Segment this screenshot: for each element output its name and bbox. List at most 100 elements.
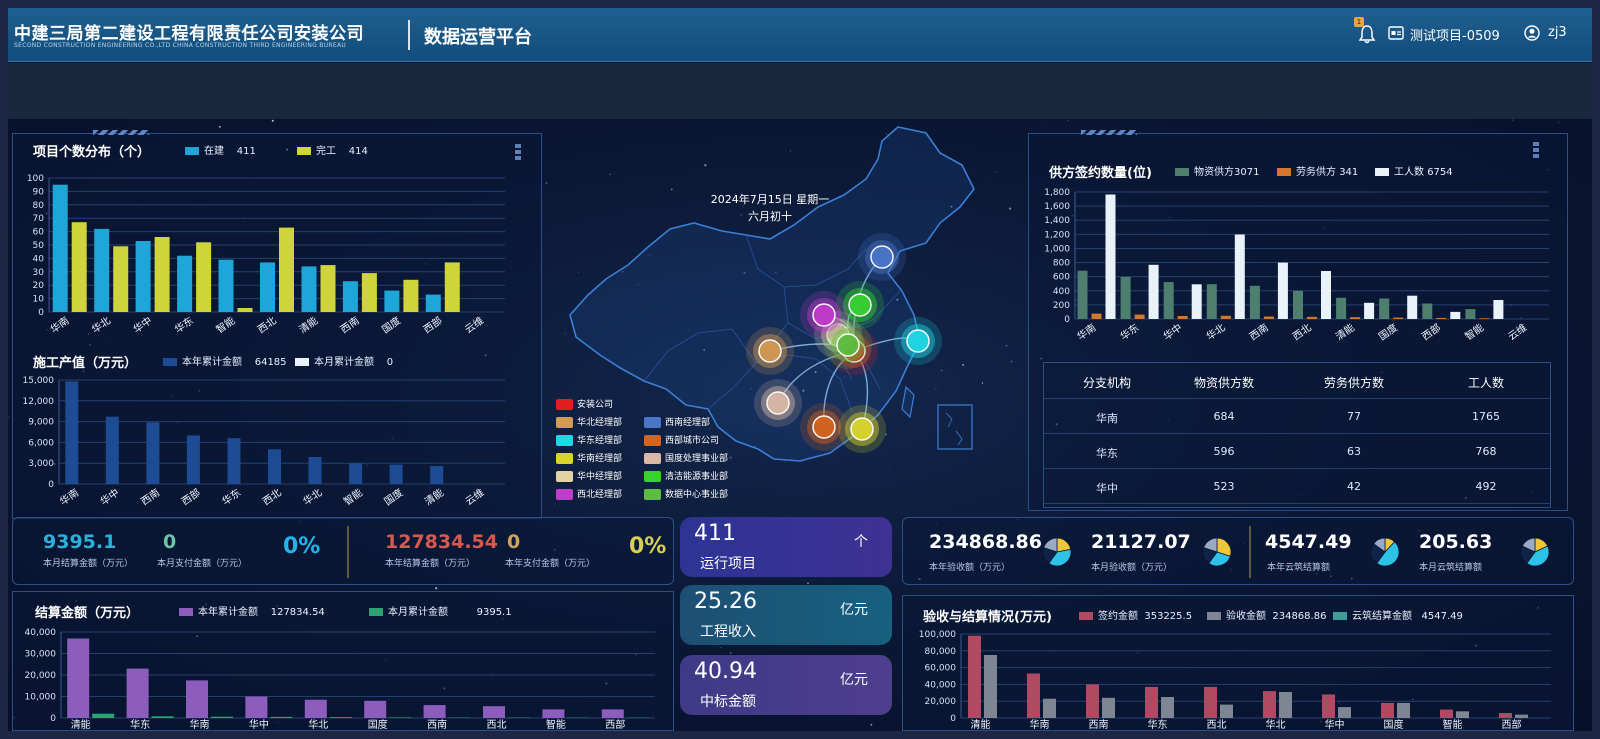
- map-legend-item[interactable]: 西部城市公司: [644, 433, 719, 446]
- bar-华北[interactable]: [1220, 315, 1231, 319]
- bar-清能[interactable]: [1350, 317, 1361, 319]
- bar-华北[interactable]: [113, 246, 129, 312]
- legend-item-month-settlement[interactable]: 本月累计金额 9395.1: [369, 603, 512, 618]
- table-row[interactable]: 华中 523 42 492: [1044, 468, 1550, 503]
- bar-西北[interactable]: [1321, 271, 1331, 319]
- bar-清能[interactable]: [1336, 297, 1347, 319]
- bar-华南[interactable]: [1091, 313, 1102, 319]
- legend-item-acceptance-amount[interactable]: 验收金额 234868.86: [1207, 607, 1326, 622]
- bar-西北[interactable]: [279, 227, 294, 312]
- bar-西部[interactable]: [444, 262, 460, 312]
- bar-华南[interactable]: [52, 184, 68, 312]
- bar-西部[interactable]: [1515, 714, 1528, 718]
- bar-华东[interactable]: [1161, 697, 1174, 718]
- marker-西部城市公司[interactable]: [812, 415, 836, 439]
- marker-华东经理部[interactable]: [906, 329, 930, 353]
- bar-华北[interactable]: [304, 699, 327, 718]
- bar-智能[interactable]: [349, 463, 363, 484]
- bar-国度[interactable]: [364, 700, 387, 718]
- bar-华东[interactable]: [151, 716, 174, 718]
- bar-西南[interactable]: [423, 705, 446, 718]
- stat-card-engineering-income[interactable]: 25.26 工程收入 亿元: [680, 585, 892, 645]
- bar-华东[interactable]: [1120, 276, 1131, 319]
- map-legend-item[interactable]: 华北经理部: [556, 415, 622, 428]
- bar-华东[interactable]: [1134, 314, 1145, 319]
- marker-华南经理部[interactable]: [850, 417, 874, 441]
- bar-智能[interactable]: [218, 259, 234, 312]
- bar-智能[interactable]: [1465, 309, 1476, 319]
- stat-card-winning-bid-amount[interactable]: 40.94 中标金额 亿元: [680, 655, 892, 715]
- bar-西部[interactable]: [425, 294, 441, 312]
- bar-西北[interactable]: [268, 449, 281, 484]
- bar-西北[interactable]: [1204, 686, 1217, 718]
- stat-card-running-projects[interactable]: 411 运行项目 个: [680, 517, 892, 577]
- bar-华南[interactable]: [71, 222, 87, 312]
- bar-西南[interactable]: [1086, 684, 1099, 718]
- bar-国度[interactable]: [1381, 702, 1394, 718]
- bar-华中[interactable]: [135, 241, 151, 312]
- bar-西南[interactable]: [361, 273, 377, 312]
- bar-清能[interactable]: [430, 466, 444, 484]
- bar-西北[interactable]: [1293, 290, 1303, 319]
- bar-国度[interactable]: [389, 717, 412, 718]
- panel-menu-icon[interactable]: [1533, 142, 1539, 160]
- legend-item-year-settlement[interactable]: 本年累计金额 127834.54: [179, 603, 325, 618]
- bar-西北[interactable]: [1307, 316, 1317, 319]
- bar-华中[interactable]: [154, 237, 170, 312]
- marker-清洁能源事业部[interactable]: [848, 293, 872, 317]
- bar-西南[interactable]: [146, 422, 160, 484]
- bar-华南[interactable]: [186, 680, 208, 718]
- project-selector[interactable]: 测试项目-0509: [1410, 25, 1500, 44]
- bar-华北[interactable]: [94, 228, 110, 312]
- bar-西南[interactable]: [1277, 262, 1288, 319]
- bar-西南[interactable]: [1102, 697, 1115, 718]
- bar-华东[interactable]: [196, 242, 212, 312]
- bar-西部[interactable]: [1436, 317, 1447, 319]
- bar-华东[interactable]: [126, 668, 149, 718]
- table-row[interactable]: 华南 684 77 1765: [1044, 398, 1550, 433]
- map-legend-item[interactable]: 国度处理事业部: [644, 451, 728, 464]
- bar-清能[interactable]: [92, 713, 115, 718]
- bar-西北[interactable]: [260, 262, 275, 312]
- bar-华中[interactable]: [1163, 282, 1174, 319]
- legend-item-material-supplier[interactable]: 物资供方3071: [1175, 163, 1259, 178]
- bar-清能[interactable]: [968, 635, 981, 718]
- bar-华中[interactable]: [105, 416, 119, 484]
- bar-华中[interactable]: [1338, 707, 1351, 718]
- bar-华南[interactable]: [65, 381, 79, 484]
- map-legend-item[interactable]: 华中经理部: [556, 469, 622, 482]
- map-legend-item[interactable]: 华东经理部: [556, 433, 622, 446]
- bar-西北[interactable]: [483, 706, 505, 718]
- bar-华北[interactable]: [1206, 284, 1217, 319]
- marker-数据中心事业部[interactable]: [836, 333, 860, 357]
- bar-清能[interactable]: [1364, 302, 1375, 319]
- bar-清能[interactable]: [301, 266, 317, 312]
- bar-智能[interactable]: [1456, 711, 1469, 718]
- map-legend-item[interactable]: 安装公司: [556, 397, 613, 410]
- bar-西部[interactable]: [1422, 303, 1433, 320]
- bar-国度[interactable]: [389, 464, 403, 484]
- bar-华中[interactable]: [270, 716, 293, 718]
- bar-华南[interactable]: [1105, 194, 1116, 320]
- panel-menu-icon[interactable]: [515, 144, 521, 162]
- bar-华南[interactable]: [1027, 673, 1040, 719]
- map-legend-item[interactable]: 华南经理部: [556, 451, 622, 464]
- bar-西部[interactable]: [186, 435, 200, 485]
- bar-国度[interactable]: [384, 290, 400, 312]
- legend-item-contract-amount[interactable]: 签约金额 353225.5: [1079, 607, 1192, 622]
- bar-华北[interactable]: [1279, 692, 1292, 718]
- bar-华北[interactable]: [329, 717, 352, 718]
- bar-国度[interactable]: [1393, 317, 1404, 319]
- legend-item-year-total[interactable]: 本年累计金额 64185: [163, 353, 287, 368]
- bar-西南[interactable]: [1263, 316, 1274, 320]
- map-legend-item[interactable]: 西南经理部: [644, 415, 710, 428]
- legend-item-workers[interactable]: 工人数 6754: [1375, 163, 1453, 178]
- bar-智能[interactable]: [237, 308, 253, 312]
- bar-华南[interactable]: [1043, 698, 1056, 718]
- bar-华南[interactable]: [211, 716, 233, 718]
- bar-国度[interactable]: [403, 279, 419, 312]
- bar-华东[interactable]: [227, 438, 241, 484]
- user-icon[interactable]: [1524, 25, 1540, 41]
- bar-西部[interactable]: [1499, 713, 1512, 718]
- bar-华中[interactable]: [1191, 284, 1202, 319]
